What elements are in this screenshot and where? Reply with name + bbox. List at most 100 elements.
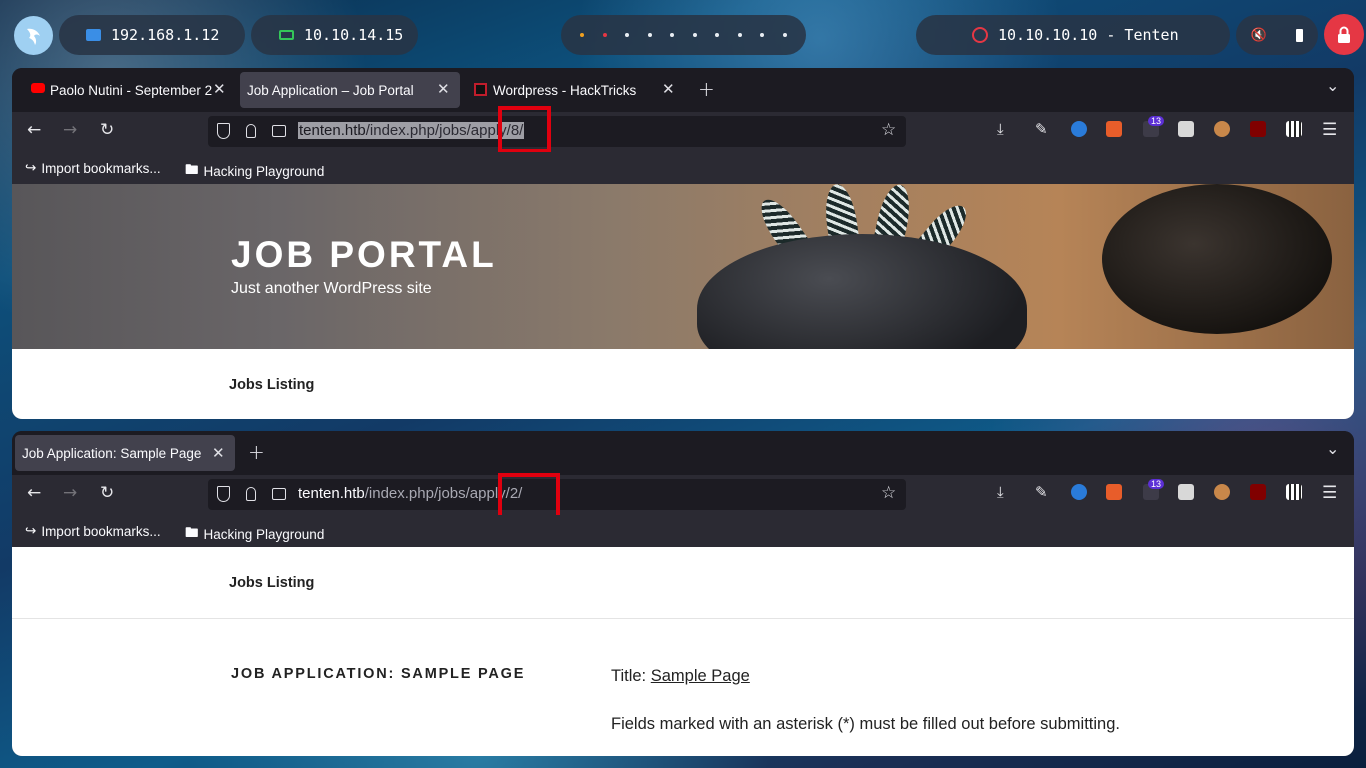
tab-label: Job Application: Sample Page: [22, 445, 202, 461]
close-tab-icon[interactable]: ✕: [437, 80, 450, 98]
forward-button[interactable]: →: [63, 483, 77, 503]
tab-strip: Job Application: Sample Page ✕ + ⌄: [12, 431, 1354, 475]
page-content: Jobs Listing: [12, 349, 1354, 419]
hacktricks-icon: [474, 83, 487, 96]
bookmark-star-icon[interactable]: ☆: [881, 120, 896, 140]
navigation-toolbar: ← → ↻ tenten.htb/index.php/jobs/apply/8/…: [12, 106, 1354, 153]
downloads-icon[interactable]: ⤓: [997, 120, 1004, 138]
extension-icon[interactable]: [1178, 484, 1194, 500]
url-text[interactable]: tenten.htb/index.php/jobs/apply/2/: [298, 485, 522, 502]
app-launcher-button[interactable]: [14, 16, 53, 55]
network-icon: [86, 29, 101, 41]
site-title[interactable]: JOB PORTAL: [231, 234, 497, 276]
tab-label: Paolo Nutini - September 2: [50, 82, 213, 98]
entry-title: JOB APPLICATION: SAMPLE PAGE: [231, 666, 526, 682]
bookmark-import[interactable]: ↪ Import bookmarks...: [25, 523, 161, 539]
extension-icon[interactable]: 13: [1143, 116, 1165, 137]
new-tab-button[interactable]: +: [698, 77, 715, 101]
title-label: Title:: [611, 667, 647, 685]
extension-icon[interactable]: [1106, 484, 1122, 500]
target-text: 10.10.10.10 - Tenten: [998, 26, 1179, 44]
workspace-dot[interactable]: [782, 33, 787, 37]
menu-icon[interactable]: ☰: [1322, 483, 1337, 503]
youtube-icon: [31, 83, 45, 93]
ublock-icon[interactable]: [1250, 121, 1266, 137]
tab-job-application[interactable]: Job Application – Job Portal: [240, 72, 460, 108]
workspace-dot[interactable]: [692, 33, 697, 37]
qr-code-icon[interactable]: [1286, 484, 1302, 500]
plant-pot: [697, 234, 1027, 349]
workspace-dot[interactable]: [737, 33, 742, 37]
workspace-dot[interactable]: [625, 33, 630, 37]
sample-page-link[interactable]: Sample Page: [651, 667, 750, 685]
system-top-bar: 192.168.1.12 10.10.14.15 10.10.10.10 - T…: [0, 0, 1366, 68]
extension-icon[interactable]: [1214, 121, 1230, 137]
bookmark-folder[interactable]: 🖿 Hacking Playground: [185, 523, 324, 546]
target-widget[interactable]: 10.10.10.10 - Tenten: [916, 15, 1230, 55]
workspace-switcher[interactable]: [561, 15, 806, 55]
bookmark-import[interactable]: ↪ Import bookmarks...: [25, 160, 161, 176]
back-button[interactable]: ←: [27, 120, 41, 140]
workspace-dot[interactable]: [715, 33, 720, 37]
folder-icon: 🖿: [185, 162, 199, 177]
tab-youtube[interactable]: Paolo Nutini - September 2: [20, 72, 230, 108]
tray-widget: 🔇: [1236, 15, 1318, 55]
close-tab-icon[interactable]: ✕: [212, 444, 225, 462]
url-host: tenten.htb: [299, 122, 366, 139]
target-icon: [972, 27, 988, 43]
battery-icon: [1296, 28, 1304, 42]
bookmark-folder[interactable]: 🖿 Hacking Playground: [185, 160, 324, 183]
new-tab-button[interactable]: +: [248, 440, 265, 464]
laptop-icon: [279, 30, 294, 40]
list-all-tabs-icon[interactable]: ⌄: [1326, 439, 1339, 458]
tab-strip: Paolo Nutini - September 2 ✕ Job Applica…: [12, 68, 1354, 112]
extension-badge: 13: [1148, 116, 1165, 126]
forward-button[interactable]: →: [63, 120, 77, 140]
job-title-line: Title: Sample Page: [611, 667, 750, 686]
mute-icon[interactable]: 🔇: [1251, 28, 1267, 43]
extension-icon[interactable]: [1071, 484, 1087, 500]
back-button[interactable]: ←: [27, 483, 41, 503]
workspace-dot[interactable]: [647, 33, 652, 37]
nav-jobs-listing[interactable]: Jobs Listing: [229, 575, 314, 591]
extension-icon[interactable]: [1178, 121, 1194, 137]
bookmark-label: Hacking Playground: [203, 164, 325, 179]
list-all-tabs-icon[interactable]: ⌄: [1326, 76, 1339, 95]
divider: [12, 618, 1354, 619]
permissions-icon[interactable]: [272, 125, 286, 137]
shield-icon[interactable]: [217, 486, 230, 502]
url-bar[interactable]: tenten.htb/index.php/jobs/apply/8/ ☆: [208, 116, 906, 147]
menu-icon[interactable]: ☰: [1322, 120, 1337, 140]
vpn-ip-widget[interactable]: 10.10.14.15: [251, 15, 418, 55]
insecure-lock-icon[interactable]: [246, 124, 256, 138]
downloads-icon[interactable]: ⤓: [997, 483, 1004, 501]
qr-code-icon[interactable]: [1286, 121, 1302, 137]
workspace-dot[interactable]: [602, 33, 607, 37]
workspace-dot[interactable]: [580, 33, 585, 37]
ublock-icon[interactable]: [1250, 484, 1266, 500]
navigation-toolbar: ← → ↻ tenten.htb/index.php/jobs/apply/2/…: [12, 473, 1354, 528]
url-text[interactable]: tenten.htb/index.php/jobs/apply/8/: [298, 122, 525, 139]
bookmark-star-icon[interactable]: ☆: [881, 483, 896, 503]
workspace-dot[interactable]: [670, 33, 675, 37]
local-ip-widget[interactable]: 192.168.1.12: [59, 15, 245, 55]
shield-icon[interactable]: [217, 123, 230, 139]
permissions-icon[interactable]: [272, 488, 286, 500]
extension-icon[interactable]: [1214, 484, 1230, 500]
close-tab-icon[interactable]: ✕: [213, 80, 226, 98]
workspace-dot[interactable]: [760, 33, 765, 37]
extensions-icon[interactable]: ✎: [1035, 483, 1048, 501]
extension-icon[interactable]: [1106, 121, 1122, 137]
tab-hacktricks[interactable]: Wordpress - HackTricks: [468, 72, 678, 108]
nav-jobs-listing[interactable]: Jobs Listing: [229, 377, 314, 393]
reload-button[interactable]: ↻: [100, 120, 114, 140]
lock-screen-button[interactable]: [1324, 14, 1364, 55]
reload-button[interactable]: ↻: [100, 483, 114, 503]
extension-icon[interactable]: 13: [1143, 479, 1165, 500]
close-tab-icon[interactable]: ✕: [662, 80, 675, 98]
folder-icon: 🖿: [185, 525, 199, 540]
tab-sample-page[interactable]: Job Application: Sample Page: [15, 435, 235, 471]
insecure-lock-icon[interactable]: [246, 487, 256, 501]
extension-icon[interactable]: [1071, 121, 1087, 137]
extensions-icon[interactable]: ✎: [1035, 120, 1048, 138]
